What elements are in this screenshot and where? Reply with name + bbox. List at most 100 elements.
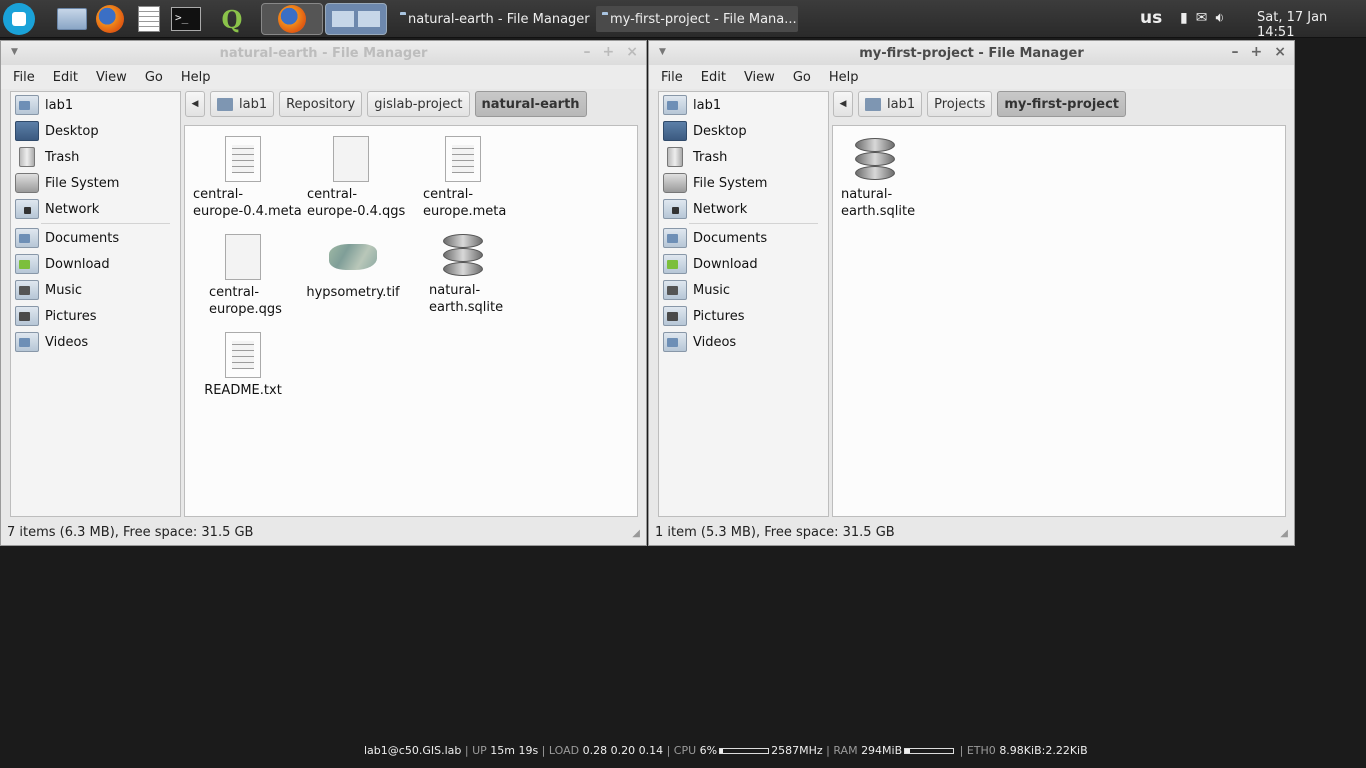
videos-folder-icon — [15, 332, 39, 352]
maximize-icon[interactable]: + — [603, 44, 615, 60]
network-icon — [663, 199, 687, 219]
menu-edit[interactable]: Edit — [692, 70, 735, 85]
file-view[interactable]: central- europe-0.4.meta central- europe… — [184, 125, 638, 517]
menu-go[interactable]: Go — [136, 70, 172, 85]
sidebar-item-documents[interactable]: Documents — [11, 225, 180, 251]
resize-grip-icon[interactable]: ◢ — [632, 528, 640, 539]
sidebar-item-file-system[interactable]: File System — [11, 170, 180, 196]
sidebar-item-file-system[interactable]: File System — [659, 170, 828, 196]
cpu-label: CPU — [673, 744, 697, 757]
volume-icon[interactable]: 🔉︎ — [1215, 10, 1224, 26]
file-item[interactable]: hypsometry.tif — [297, 234, 409, 301]
file-item[interactable]: README.txt — [187, 332, 299, 399]
document-file-icon — [225, 234, 261, 280]
window-titlebar[interactable]: ▼ my-first-project - File Manager – + × — [649, 41, 1294, 65]
ram-usage-bar — [904, 747, 955, 754]
sidebar-item-documents[interactable]: Documents — [659, 225, 828, 251]
desktop-icon — [15, 121, 39, 141]
sidebar-item-network[interactable]: Network — [11, 196, 180, 222]
file-item[interactable]: central- europe-0.4.meta — [187, 136, 302, 220]
sidebar-item-desktop[interactable]: Desktop — [659, 118, 828, 144]
breadcrumb-my-first-project[interactable]: my-first-project — [997, 91, 1127, 117]
app-menu-icon[interactable] — [3, 3, 35, 35]
keyboard-layout-indicator[interactable]: us — [1140, 8, 1162, 28]
file-item[interactable]: central- europe.meta — [417, 136, 529, 220]
breadcrumb-repository[interactable]: Repository — [279, 91, 363, 117]
file-name: hypsometry.tif — [306, 285, 400, 300]
file-manager-window-natural-earth: ▼ natural-earth - File Manager – + × Fil… — [0, 40, 647, 546]
sidebar-item-download[interactable]: Download — [659, 251, 828, 277]
sidebar-item-lab1[interactable]: lab1 — [659, 92, 828, 118]
breadcrumb-natural-earth[interactable]: natural-earth — [474, 91, 587, 117]
file-item[interactable]: natural- earth.sqlite — [835, 138, 947, 220]
sidebar-item-music[interactable]: Music — [11, 277, 180, 303]
file-item[interactable]: central- europe-0.4.qgs — [301, 136, 413, 220]
text-editor-launcher-icon[interactable] — [133, 3, 165, 35]
breadcrumb-projects[interactable]: Projects — [927, 91, 993, 117]
sidebar-item-lab1[interactable]: lab1 — [11, 92, 180, 118]
menu-view[interactable]: View — [735, 70, 784, 85]
minimize-icon[interactable]: – — [1232, 44, 1239, 60]
breadcrumb-gislab-project[interactable]: gislab-project — [367, 91, 470, 117]
music-folder-icon — [15, 280, 39, 300]
minimize-icon[interactable]: – — [584, 44, 591, 60]
window-title: natural-earth - File Manager — [219, 45, 428, 61]
network-icon — [15, 199, 39, 219]
file-item[interactable]: natural- earth.sqlite — [417, 234, 529, 316]
load-value: 0.28 0.20 0.14 — [582, 744, 664, 757]
back-arrow-button[interactable]: ◀ — [185, 91, 205, 117]
trash-icon — [19, 147, 35, 167]
battery-icon[interactable]: ▮ — [1180, 10, 1188, 26]
file-manager-group-icon[interactable] — [325, 3, 387, 35]
maximize-icon[interactable]: + — [1251, 44, 1263, 60]
sidebar-item-videos[interactable]: Videos — [11, 329, 180, 355]
file-item[interactable]: central- europe.qgs — [187, 234, 299, 318]
sidebar-item-trash[interactable]: Trash — [659, 144, 828, 170]
window-menu-icon[interactable]: ▼ — [659, 47, 666, 57]
left-arrow-icon: ◀ — [839, 99, 847, 109]
mail-icon[interactable]: ✉ — [1196, 10, 1208, 26]
qgis-launcher-icon[interactable]: Q — [216, 3, 248, 35]
left-arrow-icon: ◀ — [191, 99, 199, 109]
back-arrow-button[interactable]: ◀ — [833, 91, 853, 117]
firefox-task-icon[interactable] — [261, 3, 323, 35]
menu-help[interactable]: Help — [172, 70, 220, 85]
home-icon — [217, 97, 233, 111]
menu-view[interactable]: View — [87, 70, 136, 85]
resize-grip-icon[interactable]: ◢ — [1280, 528, 1288, 539]
task-natural-earth[interactable]: natural-earth - File Manager — [394, 6, 594, 32]
sidebar-item-network[interactable]: Network — [659, 196, 828, 222]
close-icon[interactable]: × — [626, 44, 638, 60]
sidebar-item-download[interactable]: Download — [11, 251, 180, 277]
pictures-folder-icon — [15, 306, 39, 326]
file-name: README.txt — [204, 383, 282, 398]
file-manager-launcher-icon[interactable] — [56, 3, 88, 35]
desktop-icon — [663, 121, 687, 141]
menu-help[interactable]: Help — [820, 70, 868, 85]
menu-file[interactable]: File — [4, 70, 44, 85]
sidebar-item-music[interactable]: Music — [659, 277, 828, 303]
menu-go[interactable]: Go — [784, 70, 820, 85]
task-my-first-project[interactable]: my-first-project - File Mana... — [596, 6, 798, 32]
terminal-launcher-icon[interactable]: >_ — [170, 3, 202, 35]
window-menu-icon[interactable]: ▼ — [11, 47, 18, 57]
menu-file[interactable]: File — [652, 70, 692, 85]
text-file-icon — [225, 332, 261, 378]
breadcrumb-lab1[interactable]: lab1 — [210, 91, 275, 117]
menu-edit[interactable]: Edit — [44, 70, 87, 85]
firefox-launcher-icon[interactable] — [94, 3, 126, 35]
sidebar-item-desktop[interactable]: Desktop — [11, 118, 180, 144]
window-title: my-first-project - File Manager — [859, 45, 1084, 61]
window-titlebar[interactable]: ▼ natural-earth - File Manager – + × — [1, 41, 646, 65]
system-monitor-bar: lab1@c50.GIS.lab | UP 15m 19s | LOAD 0.2… — [364, 744, 1088, 757]
sidebar-item-pictures[interactable]: Pictures — [11, 303, 180, 329]
sidebar-item-videos[interactable]: Videos — [659, 329, 828, 355]
file-view[interactable]: natural- earth.sqlite — [832, 125, 1286, 517]
videos-folder-icon — [663, 332, 687, 352]
clock[interactable]: Sat, 17 Jan 14:51 — [1257, 10, 1366, 40]
sidebar: lab1 Desktop Trash File System Network D… — [10, 91, 181, 517]
sidebar-item-trash[interactable]: Trash — [11, 144, 180, 170]
close-icon[interactable]: × — [1274, 44, 1286, 60]
sidebar-item-pictures[interactable]: Pictures — [659, 303, 828, 329]
breadcrumb-lab1[interactable]: lab1 — [858, 91, 923, 117]
